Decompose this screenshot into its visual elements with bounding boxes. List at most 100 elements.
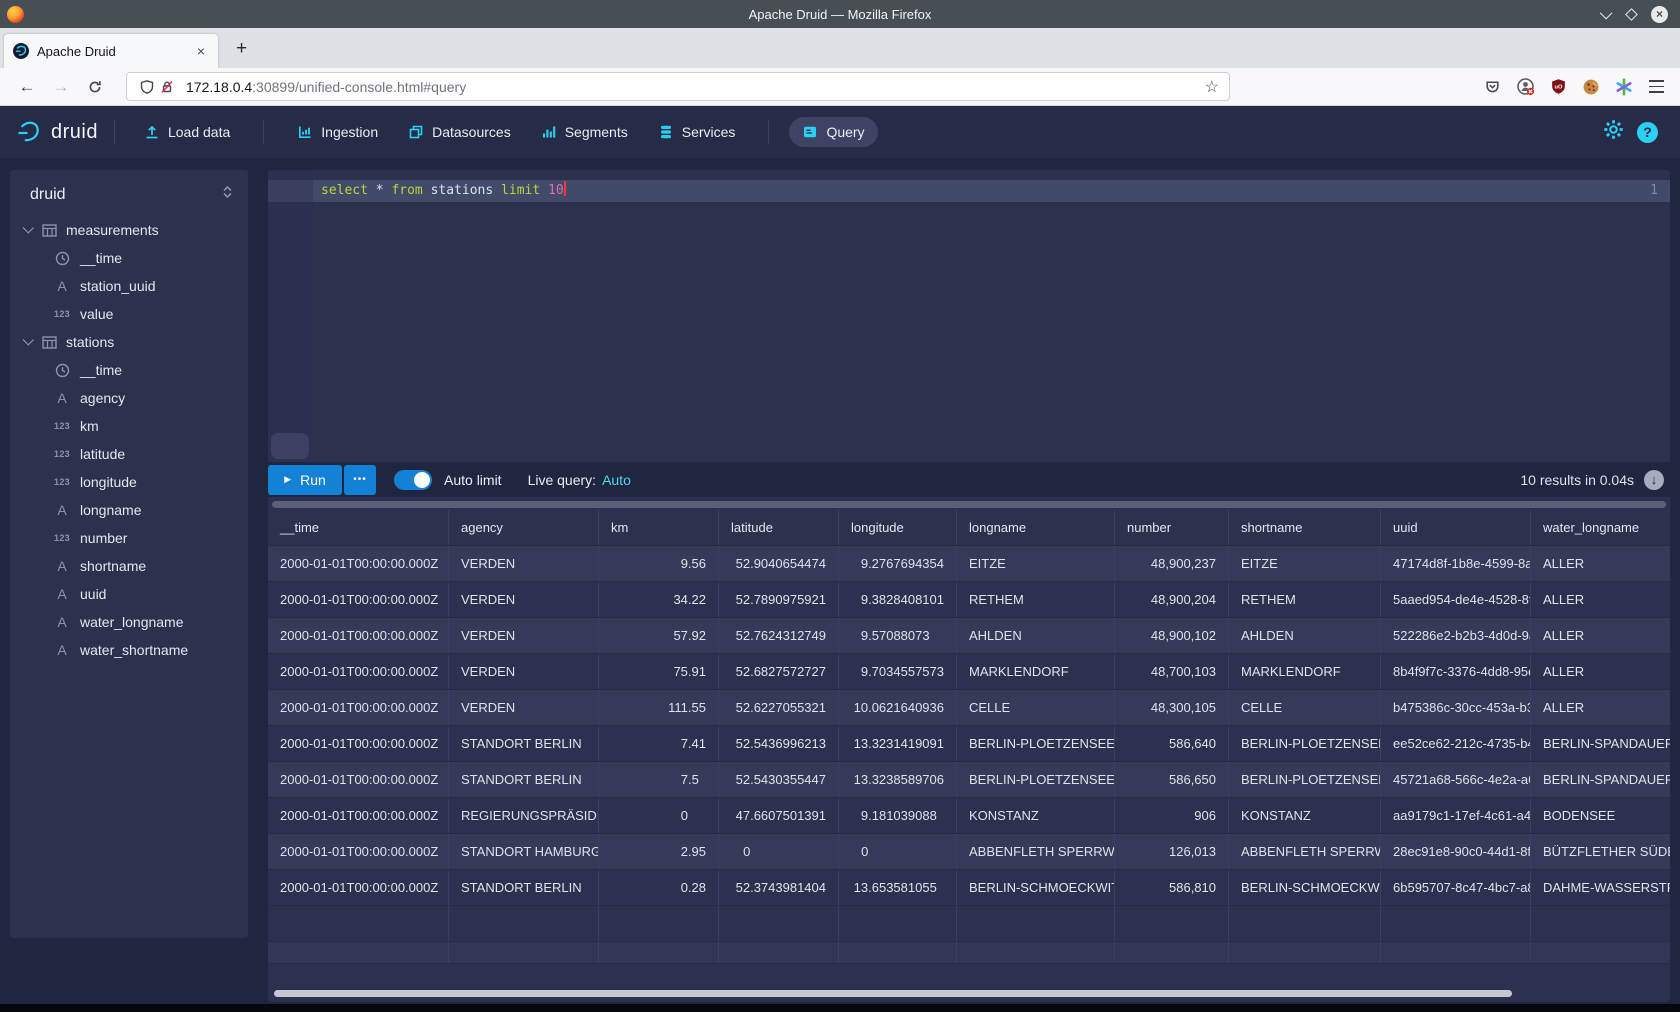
auto-limit-toggle[interactable] [394, 470, 432, 490]
table-cell[interactable]: b475386c-30cc-453a-b3 [1380, 690, 1530, 725]
table-cell[interactable]: VERDEN [448, 546, 598, 581]
settings-gear-icon[interactable] [1603, 119, 1624, 145]
table-cell[interactable]: VERDEN [448, 654, 598, 689]
table-cell[interactable]: 52.6227055321 [718, 690, 838, 725]
table-cell[interactable]: STANDORT HAMBURG [448, 834, 598, 869]
chevron-down-icon[interactable] [23, 334, 34, 345]
sidebar-column-km[interactable]: 123km [10, 412, 248, 440]
table-cell[interactable]: 111.55 [598, 690, 718, 725]
table-cell[interactable]: 13.653581055 [838, 870, 956, 905]
table-cell[interactable]: STANDORT BERLIN [448, 762, 598, 797]
table-cell[interactable]: BERLIN-SCHMOECKWITZ [1228, 870, 1380, 905]
sidebar-column-station_uuid[interactable]: Astation_uuid [10, 272, 248, 300]
table-cell[interactable]: 8b4f9f7c-3376-4dd8-95c [1380, 654, 1530, 689]
table-cell[interactable]: 5aaed954-de4e-4528-8f [1380, 582, 1530, 617]
table-cell[interactable]: ALLER [1530, 690, 1670, 725]
table-cell[interactable]: VERDEN [448, 690, 598, 725]
table-cell[interactable]: 586,810 [1114, 870, 1228, 905]
table-cell[interactable]: 2000-01-01T00:00:00.000Z [268, 762, 448, 797]
results-horizontal-scrollbar[interactable] [274, 990, 1512, 997]
table-cell[interactable]: 0 [838, 834, 956, 869]
column-header-number[interactable]: number [1114, 510, 1228, 545]
asterisk-extension-icon[interactable] [1614, 77, 1634, 97]
table-cell[interactable]: 9.2767694354 [838, 546, 956, 581]
run-more-button[interactable]: ••• [344, 465, 376, 495]
table-cell[interactable]: BERLIN-SPANDAUER-SCHIFFAHRTSKANAL [1530, 726, 1670, 761]
table-cell[interactable]: 52.7624312749 [718, 618, 838, 653]
table-cell[interactable]: ALLER [1530, 546, 1670, 581]
shield-icon[interactable] [137, 77, 157, 97]
table-cell[interactable]: BERLIN-SCHMOECKWITZ [956, 870, 1114, 905]
sidebar-column-latitude[interactable]: 123latitude [10, 440, 248, 468]
column-header-longname[interactable]: longname [956, 510, 1114, 545]
nav-ingestion[interactable]: Ingestion [284, 117, 391, 147]
table-cell[interactable]: 52.5430355447 [718, 762, 838, 797]
table-cell[interactable]: 2000-01-01T00:00:00.000Z [268, 546, 448, 581]
table-cell[interactable]: BERLIN-PLOETZENSEE UP [956, 762, 1114, 797]
table-cell[interactable]: 48,900,237 [1114, 546, 1228, 581]
table-cell[interactable]: RETHEM [1228, 582, 1380, 617]
ublock-extension-icon[interactable]: uO [1548, 77, 1568, 97]
table-cell[interactable]: REGIERUNGSPRÄSIDIUM TÜBINGEN [448, 798, 598, 833]
live-query-label[interactable]: Live query:Auto [528, 472, 631, 488]
table-cell[interactable]: 52.9040654474 [718, 546, 838, 581]
editor-scrollbar-thumb[interactable] [271, 433, 309, 459]
table-cell[interactable]: 75.91 [598, 654, 718, 689]
table-cell[interactable]: 0 [598, 798, 718, 833]
table-cell[interactable]: STANDORT BERLIN [448, 870, 598, 905]
table-cell[interactable]: ALLER [1530, 654, 1670, 689]
nav-datasources[interactable]: Datasources [395, 117, 524, 147]
window-close-icon[interactable]: × [1651, 6, 1668, 23]
table-cell[interactable]: EITZE [1228, 546, 1380, 581]
chevron-down-icon[interactable] [23, 222, 34, 233]
table-cell[interactable]: 2000-01-01T00:00:00.000Z [268, 654, 448, 689]
column-header-km[interactable]: km [598, 510, 718, 545]
table-cell[interactable]: 9.3828408101 [838, 582, 956, 617]
table-cell[interactable]: 45721a68-566c-4e2a-a6 [1380, 762, 1530, 797]
column-header-water_longname[interactable]: water_longname [1530, 510, 1670, 545]
table-cell[interactable]: 52.6827572727 [718, 654, 838, 689]
column-header-shortname[interactable]: shortname [1228, 510, 1380, 545]
table-cell[interactable]: 7.5 [598, 762, 718, 797]
nav-segments[interactable]: Segments [528, 117, 641, 147]
sidebar-column-uuid[interactable]: Auuid [10, 580, 248, 608]
table-cell[interactable]: 9.7034557573 [838, 654, 956, 689]
tab-close-icon[interactable]: × [193, 41, 209, 61]
back-icon[interactable]: ← [14, 77, 40, 97]
table-cell[interactable]: BERLIN-PLOETZENSEE OP [956, 726, 1114, 761]
table-cell[interactable]: 9.57088073 [838, 618, 956, 653]
table-cell[interactable]: MARKLENDORF [1228, 654, 1380, 689]
table-cell[interactable]: VERDEN [448, 618, 598, 653]
table-cell[interactable]: ABBENFLETH SPERRWERK AP [956, 834, 1114, 869]
table-cell[interactable]: KONSTANZ [1228, 798, 1380, 833]
table-cell[interactable]: 52.3743981404 [718, 870, 838, 905]
table-cell[interactable]: 13.3231419091 [838, 726, 956, 761]
table-cell[interactable]: VERDEN [448, 582, 598, 617]
table-cell[interactable]: 586,640 [1114, 726, 1228, 761]
sidebar-column-shortname[interactable]: Ashortname [10, 552, 248, 580]
insecure-lock-icon[interactable] [157, 77, 177, 97]
column-header-longitude[interactable]: longitude [838, 510, 956, 545]
table-cell[interactable]: STANDORT BERLIN [448, 726, 598, 761]
table-cell[interactable]: 2000-01-01T00:00:00.000Z [268, 798, 448, 833]
table-cell[interactable]: 2000-01-01T00:00:00.000Z [268, 582, 448, 617]
column-header-agency[interactable]: agency [448, 510, 598, 545]
results-top-scrollbar[interactable] [272, 501, 1666, 508]
table-cell[interactable]: 2000-01-01T00:00:00.000Z [268, 834, 448, 869]
druid-logo[interactable]: druid [16, 119, 98, 146]
table-cell[interactable]: 7.41 [598, 726, 718, 761]
table-cell[interactable]: 906 [1114, 798, 1228, 833]
table-cell[interactable]: 2000-01-01T00:00:00.000Z [268, 690, 448, 725]
column-header-latitude[interactable]: latitude [718, 510, 838, 545]
table-cell[interactable]: AHLDEN [956, 618, 1114, 653]
table-cell[interactable]: BODENSEE [1530, 798, 1670, 833]
schema-select-caret-icon[interactable] [221, 185, 234, 204]
table-cell[interactable]: 28ec91e8-90c0-44d1-8f [1380, 834, 1530, 869]
table-cell[interactable]: RETHEM [956, 582, 1114, 617]
sidebar-column-number[interactable]: 123number [10, 524, 248, 552]
table-cell[interactable]: 2000-01-01T00:00:00.000Z [268, 870, 448, 905]
table-cell[interactable]: 34.22 [598, 582, 718, 617]
table-cell[interactable]: 48,300,105 [1114, 690, 1228, 725]
table-cell[interactable]: 48,700,103 [1114, 654, 1228, 689]
table-cell[interactable]: 13.3238589706 [838, 762, 956, 797]
